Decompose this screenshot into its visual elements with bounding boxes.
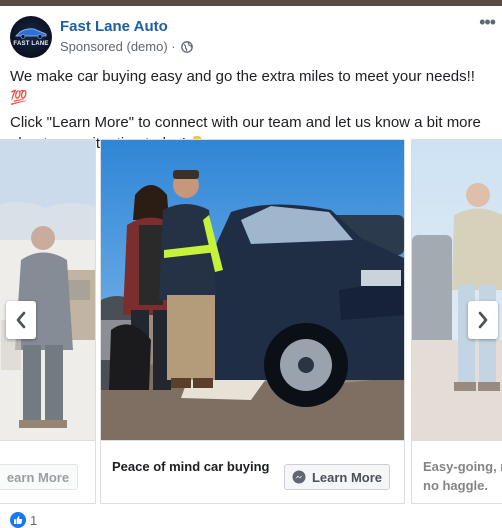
like-reaction-icon	[10, 512, 26, 528]
post-header: FAST LANE Fast Lane Auto Sponsored (demo…	[10, 13, 496, 60]
learn-more-label: Learn More	[311, 469, 383, 485]
more-options-button[interactable]: •••	[479, 13, 496, 31]
hundred-emoji-icon: 💯	[10, 89, 28, 105]
messenger-icon	[292, 470, 306, 484]
learn-more-button[interactable]: Learn More	[284, 464, 390, 490]
sponsored-text: Sponsored (demo) ·	[60, 39, 176, 54]
carousel-photo-next	[412, 140, 502, 440]
globe-icon	[180, 40, 193, 53]
like-count: 1	[30, 512, 38, 528]
carousel-headline-next-line2: no haggle.	[423, 478, 488, 493]
avatar-logo-text: FAST LANE	[13, 41, 49, 47]
photo-couple-with-suv-image	[101, 140, 404, 440]
body-line-1: We make car buying easy and go the extra…	[10, 66, 495, 108]
photo-man-standing-image	[412, 140, 502, 440]
learn-more-button-previous[interactable]: earn More	[0, 464, 78, 490]
avatar[interactable]: FAST LANE	[10, 16, 52, 58]
learn-more-label-previous: earn More	[6, 469, 70, 485]
sponsored-label: Sponsored (demo) ·	[60, 39, 193, 54]
reactions-bar[interactable]: 1	[10, 512, 37, 528]
carousel-photo-main	[101, 140, 404, 440]
page-name[interactable]: Fast Lane Auto	[60, 18, 168, 35]
sponsored-post: FAST LANE Fast Lane Auto Sponsored (demo…	[0, 6, 502, 528]
carousel-headline-next: Easy-going, r no haggle.	[423, 457, 502, 495]
carousel-headline-next-line1: Easy-going, r	[423, 459, 502, 474]
carousel-prev-button[interactable]	[6, 301, 36, 339]
carousel-photo-previous	[0, 140, 95, 440]
car-logo-icon	[15, 28, 47, 39]
carousel-next-button[interactable]	[468, 301, 498, 339]
carousel-headline-main: Peace of mind car buying	[112, 459, 270, 474]
carousel-card-main[interactable]: Peace of mind car buying	[100, 139, 405, 504]
thumbs-up-icon	[14, 516, 23, 524]
body-line-1-text: We make car buying easy and go the extra…	[10, 68, 475, 85]
chevron-left-icon	[16, 311, 26, 329]
photo-man-snow-image	[0, 140, 95, 440]
ad-carousel: earn More Peace of mind car buying Learn…	[0, 139, 502, 504]
carousel-footer-next: Easy-going, r no haggle.	[412, 440, 502, 503]
chevron-right-icon	[478, 311, 488, 329]
